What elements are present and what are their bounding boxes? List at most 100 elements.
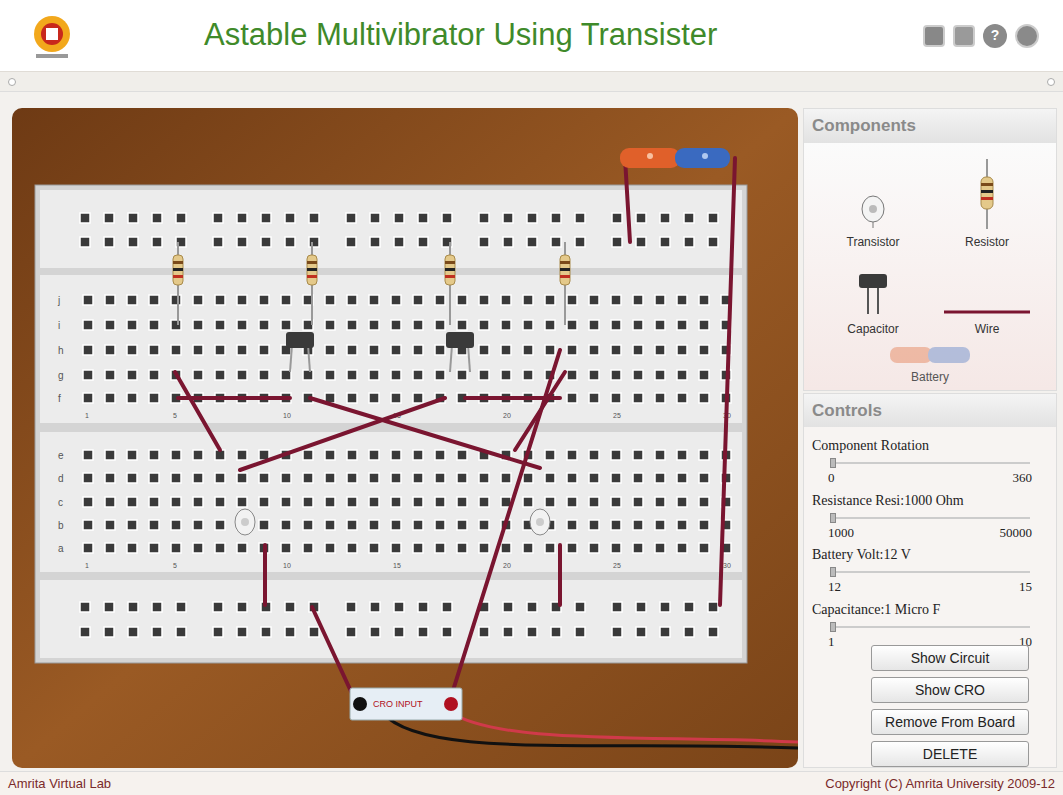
- slider-max: 50000: [1000, 523, 1033, 543]
- row-label: a: [58, 543, 64, 554]
- controls-panel: Controls Component Rotation 0 360Resistance…: [803, 393, 1057, 769]
- transistor[interactable]: [530, 509, 550, 535]
- column-number: 5: [173, 412, 177, 419]
- control-slider: Component Rotation 0 360: [812, 435, 1048, 488]
- control-button[interactable]: Show Circuit: [871, 645, 1029, 671]
- control-slider: Capacitance:1 Micro F110: [812, 599, 1048, 652]
- component-item: Battery: [890, 346, 970, 386]
- column-number: 10: [283, 562, 291, 569]
- row-label: j: [57, 295, 60, 306]
- slider-max: 15: [1019, 577, 1032, 597]
- breadboard-canvas: jihgfedcba115510101515202025253030CRO IN…: [12, 108, 798, 768]
- column-number: 25: [613, 562, 621, 569]
- workbench: jihgfedcba115510101515202025253030CRO IN…: [12, 108, 798, 768]
- column-number: 10: [283, 412, 291, 419]
- cro-label: CRO INPUT: [373, 699, 423, 709]
- page-title: Astable Multivibrator Using Transister: [204, 12, 717, 59]
- components-title: Components: [804, 109, 1056, 143]
- slider-min: 12: [828, 577, 841, 597]
- column-number: 20: [503, 412, 511, 419]
- wire[interactable]: [175, 372, 220, 450]
- component-item[interactable]: Resistor: [930, 155, 1044, 252]
- help-button[interactable]: ?: [983, 24, 1007, 48]
- row-label: h: [58, 345, 64, 356]
- column-number: 1: [85, 412, 89, 419]
- component-item[interactable]: Wire: [930, 267, 1044, 338]
- slider-thumb[interactable]: [830, 458, 836, 468]
- app: Astable Multivibrator Using Transister? j…: [0, 0, 1063, 795]
- capacitor[interactable]: [446, 332, 474, 372]
- slider-thumb[interactable]: [830, 622, 836, 632]
- battery-icon: [890, 346, 970, 364]
- row-label: e: [58, 450, 64, 461]
- resistor[interactable]: [307, 242, 317, 325]
- battery[interactable]: [620, 148, 730, 168]
- slider-label: Capacitance:1 Micro F: [812, 599, 1048, 620]
- resistor[interactable]: [445, 242, 455, 325]
- wire[interactable]: [625, 158, 630, 242]
- main: jihgfedcba115510101515202025253030CRO IN…: [0, 92, 1063, 771]
- side-panel: Components TransistorResistorCapacitorWir…: [803, 108, 1057, 768]
- resistor-icon: [979, 159, 995, 229]
- component-item[interactable]: Transistor: [816, 155, 930, 252]
- capacitor[interactable]: [286, 332, 314, 372]
- transistor[interactable]: [235, 509, 255, 535]
- row-label: f: [58, 393, 61, 404]
- wire[interactable]: [558, 545, 562, 605]
- transistor-icon: [858, 193, 888, 229]
- footer: Amrita Virtual Lab Copyright (C) Amrita U…: [0, 771, 1063, 795]
- resistor[interactable]: [560, 242, 570, 325]
- control-slider: Resistance Resi:1000 Ohm 1000 50000: [812, 490, 1048, 543]
- column-number: 30: [723, 562, 731, 569]
- control-button[interactable]: DELETE: [871, 741, 1029, 767]
- resistor[interactable]: [173, 242, 183, 325]
- row-label: d: [58, 473, 64, 484]
- cro-input[interactable]: CRO INPUT: [350, 688, 462, 720]
- component-item[interactable]: Capacitor: [816, 267, 930, 338]
- university-logo-icon: [24, 8, 80, 64]
- wire[interactable]: [450, 350, 560, 700]
- header: Astable Multivibrator Using Transister?: [0, 0, 1063, 72]
- capacitor-icon: [856, 272, 890, 316]
- controls-title: Controls: [804, 394, 1056, 428]
- hole-grid: [80, 213, 718, 247]
- wire[interactable]: [240, 398, 445, 470]
- column-number: 5: [173, 562, 177, 569]
- slider-min: 1: [828, 632, 835, 652]
- slider-label: Component Rotation: [812, 435, 1048, 456]
- row-label: b: [58, 520, 64, 531]
- components-panel: Components TransistorResistorCapacitorWir…: [803, 108, 1057, 391]
- row-label: i: [58, 320, 60, 331]
- column-number: 15: [393, 562, 401, 569]
- sub-bar: [0, 72, 1063, 92]
- hole-grid: [83, 295, 731, 403]
- wire[interactable]: [178, 396, 290, 400]
- wire-icon: [944, 308, 1030, 316]
- hole-grid: [83, 450, 731, 553]
- slider-min: 0: [828, 468, 835, 488]
- control-button[interactable]: Remove From Board: [871, 709, 1029, 735]
- wire[interactable]: [312, 607, 355, 700]
- breadboard: [35, 185, 747, 663]
- wire[interactable]: [263, 545, 267, 605]
- wire[interactable]: [720, 158, 735, 605]
- slider-label: Resistance Resi:1000 Ohm: [812, 490, 1048, 511]
- save-icon[interactable]: [923, 25, 945, 47]
- slider-thumb[interactable]: [830, 513, 836, 523]
- slider-label: Battery Volt:12 V: [812, 544, 1048, 565]
- footer-right: Copyright (C) Amrita University 2009-12: [825, 774, 1055, 794]
- footer-left: Amrita Virtual Lab: [8, 774, 111, 794]
- row-label: g: [58, 370, 64, 381]
- column-number: 1: [85, 562, 89, 569]
- slider-thumb[interactable]: [830, 567, 836, 577]
- column-number: 25: [613, 412, 621, 419]
- slider-min: 1000: [828, 523, 854, 543]
- window-icon[interactable]: [1015, 24, 1039, 48]
- checklist-icon[interactable]: [953, 25, 975, 47]
- control-button[interactable]: Show CRO: [871, 677, 1029, 703]
- control-slider: Battery Volt:12 V 12 15: [812, 544, 1048, 597]
- hole-grid: [80, 602, 718, 637]
- row-label: c: [58, 497, 63, 508]
- slider-max: 360: [1013, 468, 1033, 488]
- column-number: 20: [503, 562, 511, 569]
